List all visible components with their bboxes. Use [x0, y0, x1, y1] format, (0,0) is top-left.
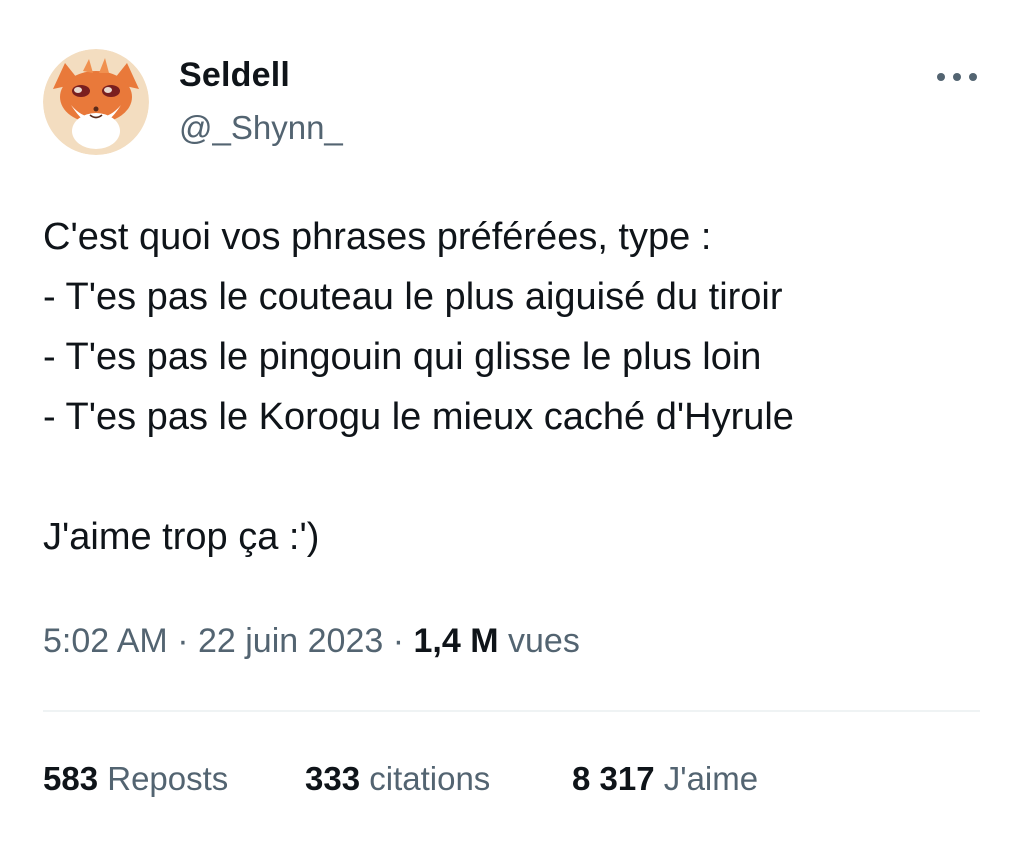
tweet-line: J'aime trop ça :') — [43, 516, 320, 558]
author-display-name[interactable]: Seldell — [179, 56, 290, 95]
meta-separator: · — [177, 622, 189, 660]
author-avatar[interactable] — [43, 49, 149, 155]
reposts-stat[interactable]: 583 Reposts — [43, 756, 305, 802]
reposts-label: Reposts — [107, 760, 229, 797]
more-options-button[interactable] — [933, 62, 981, 92]
likes-label: J'aime — [663, 760, 759, 797]
views-count: 1,4 M — [413, 622, 499, 660]
likes-stat[interactable]: 8 317 J'aime — [572, 756, 758, 802]
fox-avatar-icon — [43, 49, 149, 155]
quotes-label: citations — [369, 760, 491, 797]
views-label: vues — [508, 622, 580, 660]
more-options-icon — [937, 73, 977, 81]
tweet-time[interactable]: 5:02 AM — [43, 622, 168, 660]
tweet-card: Seldell @_Shynn_ C'est quoi vos phrases … — [0, 0, 1024, 842]
author-handle[interactable]: @_Shynn_ — [179, 109, 343, 147]
quotes-count: 333 — [305, 760, 361, 797]
tweet-line: C'est quoi vos phrases préférées, type : — [43, 216, 712, 258]
tweet-meta: 5:02 AM · 22 juin 2023 · 1,4 M vues — [43, 618, 580, 664]
divider — [43, 710, 980, 712]
tweet-line: - T'es pas le pingouin qui glisse le plu… — [43, 336, 762, 378]
reposts-count: 583 — [43, 760, 99, 797]
engagement-stats: 583 Reposts 333 citations 8 317 J'aime — [43, 756, 758, 802]
meta-separator: · — [392, 622, 405, 660]
tweet-line: - T'es pas le Korogu le mieux caché d'Hy… — [43, 396, 794, 438]
quotes-stat[interactable]: 333 citations — [305, 756, 572, 802]
tweet-date[interactable]: 22 juin 2023 — [198, 622, 383, 660]
likes-count: 8 317 — [572, 760, 655, 797]
tweet-text: C'est quoi vos phrases préférées, type :… — [43, 207, 1003, 567]
tweet-line: - T'es pas le couteau le plus aiguisé du… — [43, 276, 783, 318]
